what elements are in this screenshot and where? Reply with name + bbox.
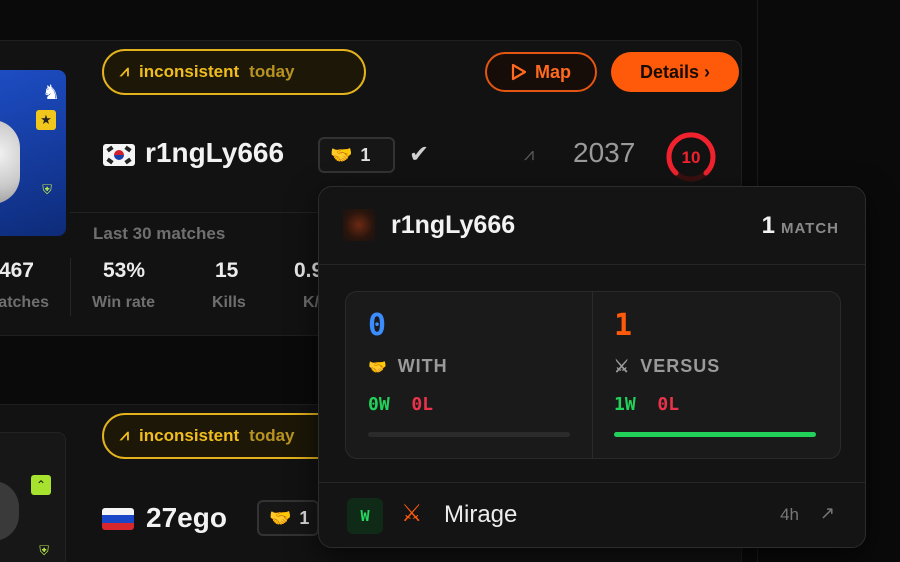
- match-history-popover: r1ngLy666 1 MATCH 0 🤝 WITH 0W 0L 1 ⚔ VERS…: [318, 186, 866, 548]
- player-avatar-tile[interactable]: ♞ ★ ⛨: [0, 70, 66, 236]
- with-wins: 0W: [368, 394, 390, 415]
- player-name[interactable]: 27ego: [146, 502, 227, 534]
- popover-header: r1ngLy666 1 MATCH: [319, 187, 865, 265]
- map-button[interactable]: Map: [485, 52, 597, 92]
- crossed-swords-icon: ⚔: [401, 500, 423, 527]
- divider: [70, 258, 71, 316]
- with-winrate-bar: [368, 432, 570, 437]
- party-badge[interactable]: 🤝 1: [257, 500, 319, 536]
- versus-losses: 0L: [657, 394, 680, 415]
- versus-wins: 1W: [614, 394, 636, 415]
- with-label: 🤝 WITH: [368, 356, 448, 377]
- trend-icon: ⩘: [524, 144, 535, 164]
- match-time-ago: 4h: [780, 505, 799, 524]
- stat-label: Win rate: [92, 294, 155, 311]
- form-badge-suffix: today: [249, 426, 295, 445]
- divider: [592, 292, 593, 458]
- elo-value: 2037: [573, 137, 636, 168]
- match-count: 1 MATCH: [762, 212, 839, 240]
- map-name: Mirage: [444, 501, 518, 528]
- party-badge[interactable]: 🤝 1: [318, 137, 395, 173]
- form-badge-label: inconsistent: [139, 426, 240, 445]
- with-label-text: WITH: [397, 356, 448, 376]
- with-record: 0W 0L: [368, 394, 433, 415]
- map-button-label: Map: [535, 61, 571, 82]
- head-to-head-box: 0 🤝 WITH 0W 0L 1 ⚔ VERSUS 1W 0L: [345, 291, 841, 459]
- match-result-badge: W: [347, 498, 383, 534]
- versus-label-text: VERSUS: [640, 356, 721, 376]
- crossed-swords-icon: ⚔: [614, 356, 631, 376]
- avatar-placeholder-icon: [0, 481, 19, 541]
- handshake-icon: 🤝: [330, 144, 353, 165]
- form-badge-suffix: today: [249, 62, 295, 81]
- versus-record: 1W 0L: [614, 394, 679, 415]
- match-count-value: 1: [761, 212, 775, 239]
- recent-match-row[interactable]: W ⚔ Mirage 4h ↗: [319, 482, 865, 547]
- play-icon: [511, 63, 527, 81]
- level-value: 10: [682, 148, 701, 167]
- party-count: 1: [299, 507, 310, 528]
- knight-icon: ♞: [42, 82, 60, 104]
- activity-icon: ⩘: [120, 63, 130, 80]
- versus-winrate-bar: [614, 432, 816, 437]
- shield-icon: ⛨: [39, 543, 49, 558]
- activity-icon: ⩘: [120, 427, 130, 444]
- handshake-icon: 🤝: [269, 507, 292, 528]
- versus-winrate-fill: [614, 432, 816, 437]
- level-ring-icon: 10: [666, 132, 716, 182]
- external-link-icon[interactable]: ↗: [820, 503, 835, 524]
- with-losses: 0L: [411, 394, 434, 415]
- divider: [70, 212, 320, 213]
- verified-icon: ✔: [408, 141, 430, 168]
- form-badge: ⩘ inconsistent today: [102, 49, 366, 95]
- party-count: 1: [360, 144, 371, 165]
- player-avatar-tile[interactable]: ⌃ ⛨: [0, 432, 66, 562]
- details-button[interactable]: Details ›: [611, 52, 739, 92]
- star-icon: ★: [36, 110, 56, 130]
- stat-value: 15: [215, 259, 239, 282]
- match-count-label: MATCH: [780, 220, 839, 237]
- form-badge-label: inconsistent: [139, 62, 240, 81]
- player-name[interactable]: r1ngLy666: [145, 137, 284, 169]
- stat-value: 53%: [103, 259, 146, 282]
- versus-count: 1: [614, 308, 633, 343]
- details-button-label: Details ›: [639, 61, 711, 82]
- stat-value: 467: [0, 259, 34, 282]
- handshake-icon: 🤝: [368, 358, 388, 376]
- stat-label: Matches: [0, 294, 49, 311]
- flag-kr-icon: [103, 144, 135, 166]
- stat-label: Kills: [212, 294, 246, 311]
- avatar: [0, 120, 20, 204]
- shield-icon: ⛨: [42, 182, 52, 197]
- stats-title: Last 30 matches: [93, 224, 226, 243]
- flag-ru-icon: [102, 508, 134, 530]
- versus-label: ⚔ VERSUS: [614, 356, 720, 377]
- popover-player-name[interactable]: r1ngLy666: [391, 211, 515, 240]
- avatar: [343, 209, 375, 241]
- rank-icon: ⌃: [31, 475, 51, 495]
- with-count: 0: [368, 308, 387, 343]
